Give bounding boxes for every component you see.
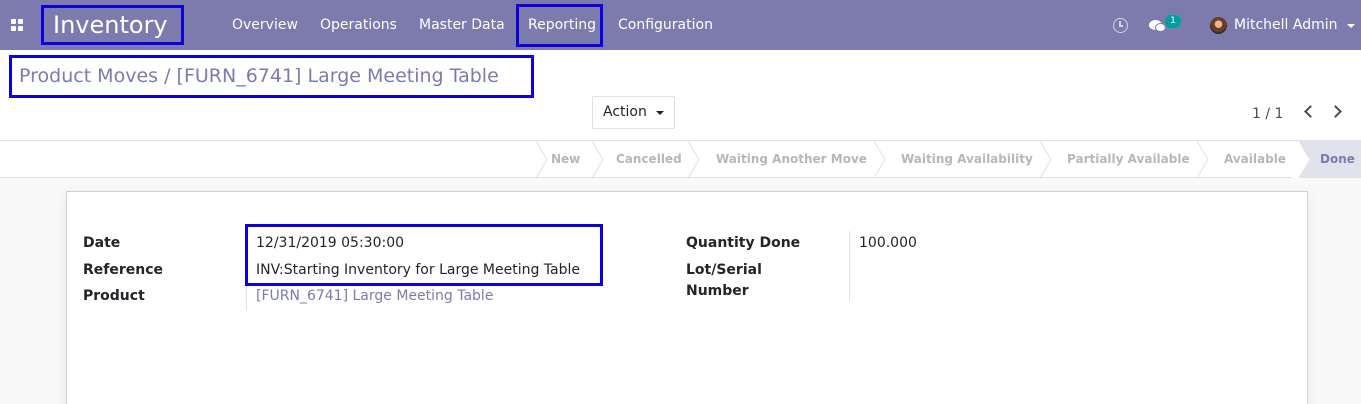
breadcrumb-separator: /: [164, 65, 171, 87]
user-avatar[interactable]: [1210, 17, 1227, 34]
pager-value[interactable]: 1 / 1: [1252, 106, 1283, 122]
status-step-waiting-availability: Waiting Availability: [901, 152, 1033, 166]
field-divider: [849, 231, 850, 301]
apps-menu-icon[interactable]: [11, 19, 23, 31]
activity-clock-icon[interactable]: [1113, 18, 1128, 33]
action-label: Action: [603, 104, 647, 120]
product-link[interactable]: [FURN_6741] Large Meeting Table: [256, 288, 493, 304]
messaging-icon[interactable]: 1: [1149, 15, 1185, 35]
date-reference-highlight: [245, 224, 603, 286]
status-separator: [1292, 141, 1311, 178]
status-separator: [1038, 141, 1057, 178]
menu-master-data[interactable]: Master Data: [419, 0, 505, 50]
status-step-waiting-another-move: Waiting Another Move: [716, 152, 867, 166]
lot-serial-label: Lot/Serial: [686, 262, 762, 278]
lot-serial-label-line2: Number: [686, 283, 749, 299]
date-label: Date: [83, 235, 121, 251]
breadcrumb-current: [FURN_6741] Large Meeting Table: [176, 65, 499, 87]
chat-bubble-icon: [1155, 23, 1166, 32]
caret-down-icon: [656, 111, 664, 115]
menu-reporting[interactable]: Reporting: [516, 4, 603, 47]
status-step-partially-available: Partially Available: [1067, 152, 1190, 166]
status-step-cancelled: Cancelled: [616, 152, 682, 166]
chevron-right-icon[interactable]: [1329, 105, 1342, 118]
product-label: Product: [83, 288, 145, 304]
status-bar: New Cancelled Waiting Another Move Waiti…: [0, 141, 1361, 178]
menu-operations[interactable]: Operations: [320, 0, 397, 50]
quantity-done-label: Quantity Done: [686, 235, 801, 251]
app-title[interactable]: Inventory: [41, 5, 184, 45]
action-dropdown-button[interactable]: Action: [592, 96, 675, 129]
top-navbar: Inventory Overview Operations Master Dat…: [0, 0, 1361, 50]
status-separator: [1195, 141, 1214, 178]
messages-count-badge: 1: [1165, 15, 1181, 28]
status-separator: [872, 141, 891, 178]
status-step-new: New: [551, 152, 581, 166]
status-step-available: Available: [1224, 152, 1286, 166]
status-separator: [590, 141, 609, 178]
menu-overview[interactable]: Overview: [232, 0, 298, 50]
breadcrumb: Product Moves / [FURN_6741] Large Meetin…: [9, 55, 534, 98]
chevron-left-icon[interactable]: [1304, 105, 1317, 118]
menu-configuration[interactable]: Configuration: [618, 0, 713, 50]
status-separator: [530, 141, 549, 178]
breadcrumb-parent[interactable]: Product Moves: [19, 65, 158, 87]
user-menu[interactable]: Mitchell Admin: [1234, 0, 1338, 50]
status-step-done: Done: [1320, 152, 1355, 166]
quantity-done-value: 100.000: [859, 235, 917, 251]
caret-down-icon[interactable]: [1347, 24, 1355, 28]
control-panel: Product Moves / [FURN_6741] Large Meetin…: [0, 50, 1361, 141]
reference-label: Reference: [83, 262, 164, 278]
status-separator: [686, 141, 705, 178]
